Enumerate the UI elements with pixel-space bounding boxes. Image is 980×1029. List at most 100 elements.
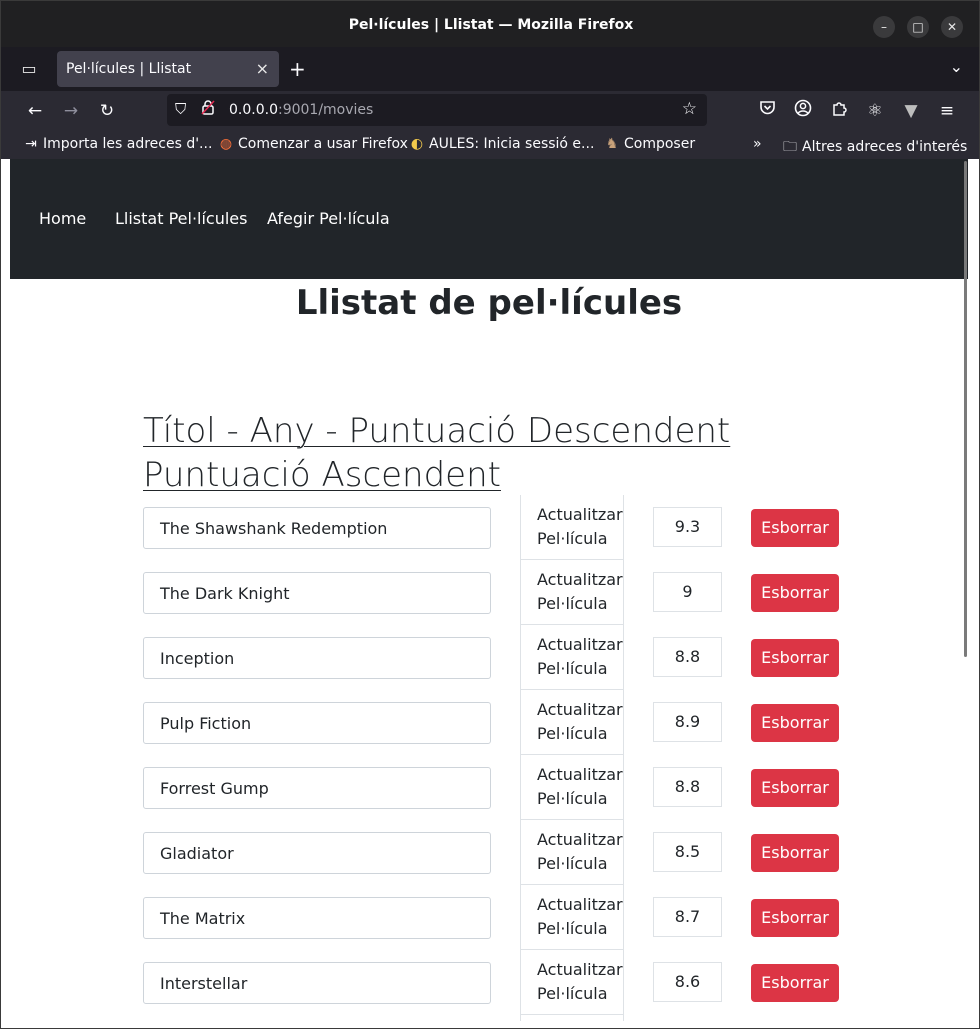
bookmark-aules[interactable]: ◐ AULES: Inicia sessió e...: [409, 136, 595, 152]
movie-row: The Dark Knight Actualitzar Pel·lícula 9 Esb…: [143, 560, 863, 625]
maximize-button[interactable]: □: [907, 16, 929, 38]
vue-devtools-icon[interactable]: ▼: [899, 99, 923, 123]
movie-title-field[interactable]: The Shawshank Redemption: [143, 507, 491, 549]
nav-link-home[interactable]: Home: [39, 209, 86, 228]
update-label-line2: Pel·lícula: [537, 724, 608, 743]
movie-row: The Matrix Actualitzar Pel·lícula 8.7 Esborr…: [143, 885, 863, 950]
moodle-icon: ◐: [410, 136, 424, 152]
delete-button[interactable]: Esborrar: [751, 704, 839, 742]
delete-button[interactable]: Esborrar: [751, 899, 839, 937]
delete-button[interactable]: Esborrar: [751, 834, 839, 872]
delete-button[interactable]: Esborrar: [751, 509, 839, 547]
update-movie-link[interactable]: Actualitzar Pel·lícula: [520, 495, 624, 560]
update-movie-link[interactable]: ActualitzarPel·lícula: [520, 755, 624, 820]
tab-strip: ▭ Pel·lícules | Llistat × + ⌄: [1, 47, 979, 91]
bookmark-label: Composer: [624, 136, 696, 152]
list-all-tabs-icon[interactable]: ⌄: [950, 57, 963, 76]
page-title: Llistat de pel·lícules: [295, 283, 683, 323]
update-movie-link[interactable]: Actualitzar Pel·lícula: [520, 690, 624, 755]
update-movie-link[interactable]: ActualitzarPel·lícula: [520, 820, 624, 885]
movie-row: Forrest Gump Actualitzar Pel·lícula 8.8 Esbo…: [143, 755, 863, 820]
movie-row: ActualitzarPel·lículaEsborrar: [143, 1015, 863, 1021]
update-label-line1: Actualitzar: [537, 570, 623, 589]
bookmarks-overflow-icon[interactable]: »: [753, 136, 762, 152]
back-icon[interactable]: ←: [23, 99, 47, 123]
import-icon: ⇥: [25, 136, 37, 152]
nav-link-list[interactable]: Llistat Pel·lícules: [115, 209, 247, 228]
new-tab-button[interactable]: +: [289, 57, 306, 81]
site-info-icon[interactable]: [201, 100, 215, 119]
tab-active[interactable]: Pel·lícules | Llistat ×: [57, 51, 279, 87]
account-icon[interactable]: [791, 99, 815, 123]
bookmark-firefox[interactable]: ◍ Comenzar a usar Firefox: [218, 136, 408, 152]
update-label-line2: Pel·lícula: [537, 529, 608, 548]
sort-asc-link[interactable]: Puntuació Ascendent: [143, 453, 730, 497]
movie-score: 9: [653, 572, 722, 612]
movie-title-field[interactable]: Pulp Fiction: [143, 702, 491, 744]
delete-button[interactable]: Esborrar: [751, 574, 839, 612]
tracking-protection-icon[interactable]: ⛉: [175, 100, 186, 118]
update-label-line1: Actualitzar: [537, 700, 623, 719]
pocket-icon[interactable]: [755, 99, 779, 123]
movie-title-field[interactable]: Gladiator: [143, 832, 491, 874]
update-label-line1: Actualitzar: [537, 635, 623, 654]
movie-title-field[interactable]: Forrest Gump: [143, 767, 491, 809]
nav-link-add[interactable]: Afegir Pel·lícula: [267, 209, 390, 228]
update-label-line2: Pel·lícula: [537, 594, 608, 613]
minimize-button[interactable]: –: [873, 16, 895, 38]
delete-button[interactable]: Esborrar: [751, 964, 839, 1002]
movie-score: 8.8: [653, 637, 722, 677]
sort-desc-link[interactable]: Títol - Any - Puntuació Descendent: [143, 409, 730, 453]
bookmark-composer[interactable]: ♞ Composer: [604, 136, 695, 152]
close-window-button[interactable]: ✕: [941, 16, 963, 38]
bookmark-import[interactable]: ⇥ Importa les adreces d'...: [23, 136, 212, 152]
tab-close-icon[interactable]: ×: [256, 59, 269, 78]
sort-links: Títol - Any - Puntuació Descendent Puntu…: [143, 409, 730, 497]
firefox-view-icon[interactable]: ▭: [19, 59, 39, 79]
bookmark-label: Importa les adreces d'...: [43, 136, 213, 152]
update-movie-link[interactable]: Actualitzar Pel·lícula: [520, 560, 624, 625]
bookmark-label: Altres adreces d'interés: [802, 139, 968, 155]
reload-icon[interactable]: ↻: [95, 99, 119, 123]
url-bar[interactable]: ⛉ 0.0.0.0:9001/movies ☆: [167, 94, 707, 126]
update-label-line2: Pel·lícula: [537, 919, 608, 938]
window-titlebar: Pel·lícules | Llistat — Mozilla Firefox …: [1, 1, 979, 47]
movie-row: The Shawshank Redemption Actualitzar Pel·l…: [143, 495, 863, 560]
page-scrollbar[interactable]: [964, 161, 967, 657]
delete-button[interactable]: Esborrar: [751, 769, 839, 807]
forward-icon[interactable]: →: [59, 99, 83, 123]
update-label-line2: Pel·lícula: [537, 984, 608, 1003]
update-movie-link[interactable]: Actualitzar Pel·lícula: [520, 625, 624, 690]
movie-score: 8.7: [653, 897, 722, 937]
update-label-line1: Actualitzar: [537, 960, 623, 979]
movie-row: Inception Actualitzar Pel·lícula 8.8 Esborra…: [143, 625, 863, 690]
update-label-line1: Actualitzar: [537, 895, 623, 914]
navigation-toolbar: ← → ↻ ⛉ 0.0.0.0:9001/movies ☆ ⚛ ▼ ≡: [1, 91, 979, 131]
bookmark-star-icon[interactable]: ☆: [682, 99, 697, 119]
update-label-line2: Pel·lícula: [537, 659, 608, 678]
folder-icon: 🗀: [783, 139, 797, 155]
extensions-icon[interactable]: [827, 99, 851, 123]
app-menu-icon[interactable]: ≡: [935, 99, 959, 123]
movie-title-field[interactable]: Interstellar: [143, 962, 491, 1004]
movie-score: 8.8: [653, 767, 722, 807]
movie-score: 9.3: [653, 507, 722, 547]
bookmarks-toolbar: ⇥ Importa les adreces d'... ◍ Comenzar a u…: [1, 131, 979, 160]
update-label-line1: Actualitzar: [537, 505, 623, 524]
composer-icon: ♞: [605, 136, 619, 152]
update-movie-link[interactable]: ActualitzarPel·lícula: [520, 1015, 624, 1021]
update-movie-link[interactable]: Actualitzar Pel·lícula: [520, 950, 624, 1015]
page-content: Home Llistat Pel·lícules Afegir Pel·lícu…: [10, 159, 968, 1021]
movie-title-field[interactable]: The Matrix: [143, 897, 491, 939]
react-devtools-icon[interactable]: ⚛: [863, 99, 887, 123]
url-host: 0.0.0.0: [229, 102, 278, 118]
url-path: :9001/movies: [277, 102, 374, 118]
movie-list: The Shawshank Redemption Actualitzar Pel·l…: [143, 495, 863, 1021]
bookmark-folder-other[interactable]: 🗀 Altres adreces d'interés: [782, 136, 967, 160]
delete-button[interactable]: Esborrar: [751, 639, 839, 677]
update-label-line2: Pel·lícula: [537, 854, 608, 873]
movie-title-field[interactable]: Inception: [143, 637, 491, 679]
update-movie-link[interactable]: Actualitzar Pel·lícula: [520, 885, 624, 950]
movie-title-field[interactable]: The Dark Knight: [143, 572, 491, 614]
movie-row: Interstellar Actualitzar Pel·lícula 8.6 Esbo…: [143, 950, 863, 1015]
